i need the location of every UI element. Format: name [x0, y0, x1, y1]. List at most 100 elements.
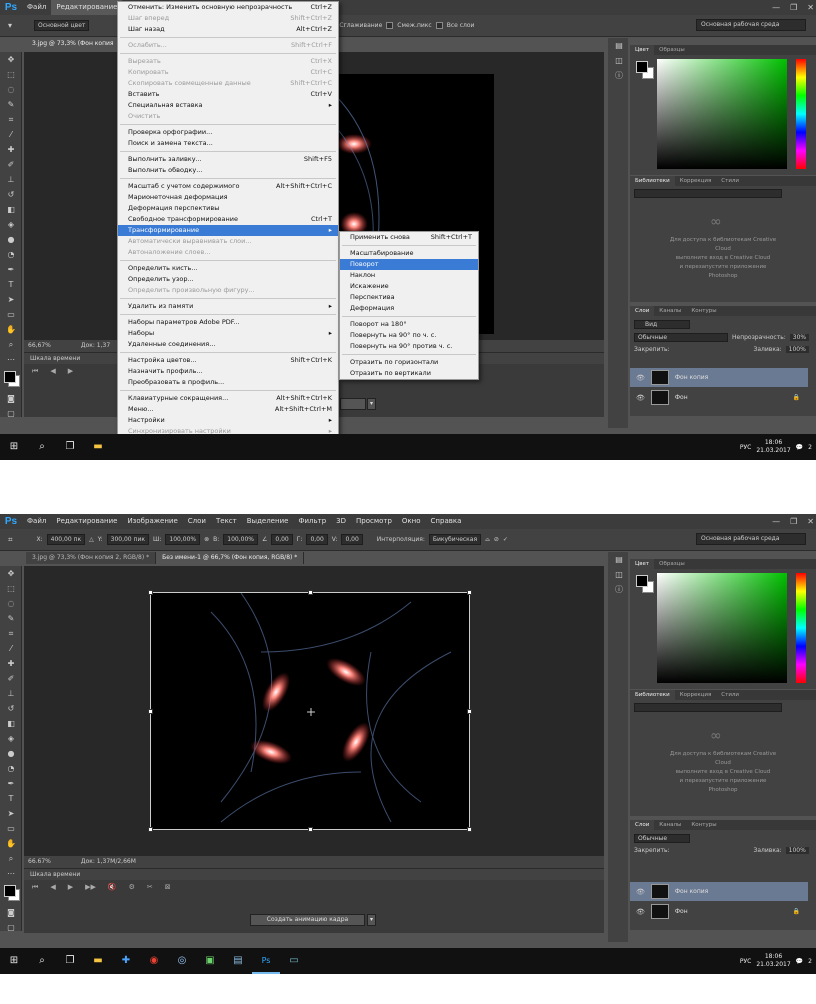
settings-icon[interactable]: ⚙: [129, 880, 135, 894]
color-swatches[interactable]: [0, 367, 21, 391]
history-brush-icon[interactable]: ↺: [0, 701, 22, 716]
zoom-level[interactable]: 66.67%: [28, 856, 51, 868]
menu-item[interactable]: Перспектива: [340, 292, 478, 303]
menu-item[interactable]: Искажение: [340, 281, 478, 292]
close-icon[interactable]: ✕: [807, 0, 814, 15]
menu-item[interactable]: Фильтр: [293, 514, 331, 529]
path-select-icon[interactable]: ➤: [0, 292, 22, 307]
crop-tool-icon[interactable]: ⌗: [0, 626, 22, 641]
bucket-tool-icon[interactable]: ▾: [8, 21, 12, 30]
zoom-tool-icon[interactable]: ⌕: [0, 337, 22, 352]
more-tools-icon[interactable]: ⋯: [0, 866, 22, 881]
hue-slider[interactable]: [796, 573, 806, 683]
menu-item[interactable]: Повернуть на 90° против ч. с.: [340, 341, 478, 352]
document-canvas[interactable]: [148, 590, 472, 832]
angle-field[interactable]: 0,00: [271, 534, 293, 545]
menu-item[interactable]: Назначить профиль...: [118, 366, 338, 377]
notifications-icon[interactable]: 💬: [796, 444, 803, 451]
transition-icon[interactable]: ⊠: [165, 880, 171, 894]
app2-icon[interactable]: ▤: [224, 948, 252, 974]
menu-item[interactable]: Ослабить... Shift+Ctrl+F: [118, 40, 338, 51]
menu-item[interactable]: Автоналожение слоев...: [118, 247, 338, 258]
menu-item[interactable]: Скопировать совмещенные данные Shift+Ctrl…: [118, 78, 338, 89]
tab-channels[interactable]: Каналы: [654, 820, 686, 830]
tab-color[interactable]: Цвет: [630, 45, 655, 55]
menu-item[interactable]: Отразить по горизонтали: [340, 357, 478, 368]
blend-mode-select[interactable]: Обычные: [634, 333, 728, 342]
menu-item[interactable]: Вставить Ctrl+V: [118, 89, 338, 100]
move-tool-icon[interactable]: ✥: [0, 52, 22, 67]
photoshop-taskbar-icon[interactable]: Ps: [252, 948, 280, 974]
v-skew-field[interactable]: 0,00: [341, 534, 363, 545]
tab-libraries[interactable]: Библиотеки: [630, 690, 675, 700]
link-icon[interactable]: ⊗: [204, 536, 209, 543]
hue-slider[interactable]: [796, 59, 806, 169]
doc-tab-3jpg[interactable]: 3.jpg @ 73,3% (Фон копия 2, RGB/8) *: [26, 552, 157, 564]
minimize-icon[interactable]: —: [772, 0, 780, 15]
lasso-tool-icon[interactable]: ◌: [0, 82, 22, 97]
make-frames-button[interactable]: [340, 398, 366, 410]
cancel-transform-icon[interactable]: ⊘: [494, 536, 499, 543]
color-picker-field[interactable]: [657, 573, 787, 683]
tab-paths[interactable]: Контуры: [686, 820, 721, 830]
contiguous-checkbox[interactable]: [386, 22, 394, 29]
language-indicator[interactable]: РУС: [740, 444, 751, 451]
menu-item[interactable]: Удаленные соединения...: [118, 339, 338, 350]
workspace-select[interactable]: Основная рабочая среда: [696, 533, 806, 545]
menu-item[interactable]: Определить узор...: [118, 274, 338, 285]
menu-item[interactable]: Применить снова Shift+Ctrl+T: [340, 232, 478, 243]
menu-file[interactable]: Файл: [22, 0, 51, 15]
move-tool-icon[interactable]: ✥: [0, 566, 22, 581]
search-icon[interactable]: ⌕: [28, 948, 56, 974]
eraser-tool-icon[interactable]: ◧: [0, 716, 22, 731]
properties-panel-icon[interactable]: ◫: [608, 53, 630, 68]
all-layers-checkbox[interactable]: [435, 22, 443, 29]
play-icon[interactable]: ▶: [68, 364, 73, 378]
transform-handle[interactable]: [148, 827, 153, 832]
marquee-tool-icon[interactable]: ⬚: [0, 581, 22, 596]
pen-tool-icon[interactable]: ✒: [0, 262, 22, 277]
zoom-tool-icon[interactable]: ⌕: [0, 851, 22, 866]
tab-adjustments[interactable]: Коррекция: [675, 176, 717, 186]
menu-item[interactable]: Клавиатурные сокращения... Alt+Shift+Ctrl…: [118, 393, 338, 404]
menu-item[interactable]: Наклон: [340, 270, 478, 281]
menu-item[interactable]: Марионеточная деформация: [118, 192, 338, 203]
menu-item[interactable]: Поворот: [340, 259, 478, 270]
history-panel-icon[interactable]: ▤: [608, 552, 630, 567]
interpolation-select[interactable]: Бикубическая: [428, 534, 482, 545]
next-frame-icon[interactable]: ▶▶: [85, 880, 96, 894]
menu-item[interactable]: Меню... Alt+Shift+Ctrl+M: [118, 404, 338, 415]
stamp-tool-icon[interactable]: ⊥: [0, 172, 22, 187]
eyedropper-tool-icon[interactable]: ⁄: [0, 127, 22, 142]
menu-item[interactable]: Отразить по вертикали: [340, 368, 478, 379]
zoom-level[interactable]: 66,67%: [28, 340, 51, 352]
info-panel-icon[interactable]: ⓘ: [608, 582, 630, 597]
shape-tool-icon[interactable]: ▭: [0, 821, 22, 836]
menu-item[interactable]: Шаг назад Alt+Ctrl+Z: [118, 24, 338, 35]
transform-handle[interactable]: [308, 590, 313, 595]
path-select-icon[interactable]: ➤: [0, 806, 22, 821]
browser-icon[interactable]: ◎: [168, 948, 196, 974]
healing-tool-icon[interactable]: ✚: [0, 656, 22, 671]
quick-mask-icon[interactable]: ◙: [0, 391, 22, 406]
eraser-tool-icon[interactable]: ◧: [0, 202, 22, 217]
language-indicator[interactable]: РУС: [740, 958, 751, 965]
quick-select-tool-icon[interactable]: ✎: [0, 611, 22, 626]
layer-row-fon-kopiya[interactable]: 👁 Фон копия: [630, 368, 808, 387]
make-frames-dropdown-icon[interactable]: ▾: [367, 914, 376, 926]
menu-item[interactable]: Слои: [183, 514, 211, 529]
tab-paths[interactable]: Контуры: [686, 306, 721, 316]
menu-item[interactable]: Свободное трансформирование Ctrl+T: [118, 214, 338, 225]
y-field[interactable]: 300,00 пик: [106, 534, 149, 545]
clock[interactable]: 18:06 21.03.2017: [756, 439, 790, 455]
eyedropper-tool-icon[interactable]: ⁄: [0, 641, 22, 656]
tab-styles[interactable]: Стили: [716, 176, 744, 186]
properties-panel-icon[interactable]: ◫: [608, 567, 630, 582]
history-panel-icon[interactable]: ▤: [608, 38, 630, 53]
width-field[interactable]: 100,00%: [165, 534, 201, 545]
audio-icon[interactable]: 🔇: [108, 880, 117, 894]
transform-handle[interactable]: [148, 709, 153, 714]
layer-row-fon-kopiya[interactable]: 👁 Фон копия: [630, 882, 808, 901]
canvas-area[interactable]: [24, 566, 604, 856]
workspace-select[interactable]: Основная рабочая среда: [696, 19, 806, 31]
